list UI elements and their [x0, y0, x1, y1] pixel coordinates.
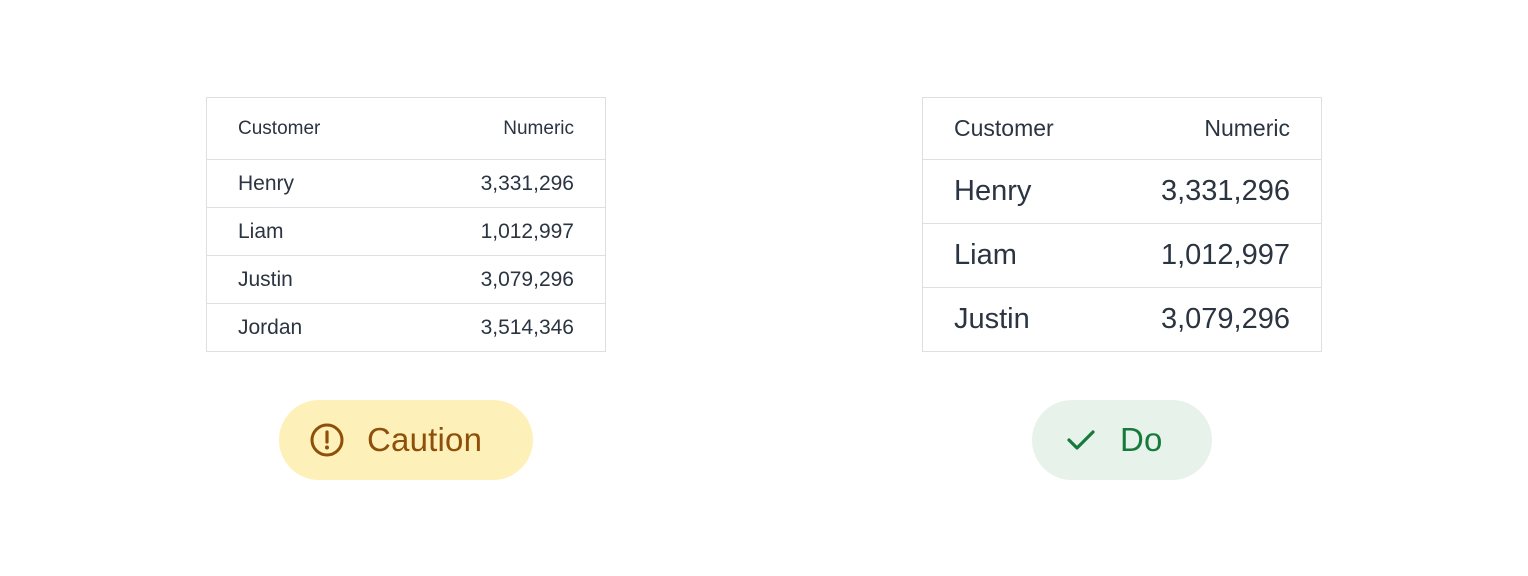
numeric-cell: 1,012,997: [480, 219, 574, 243]
customer-cell: Liam: [238, 219, 284, 243]
numeric-cell: 3,079,296: [480, 267, 574, 291]
numeric-cell: 3,331,296: [1160, 175, 1290, 207]
table-row: Henry 3,331,296: [207, 159, 605, 207]
column-header-numeric: Numeric: [1204, 115, 1290, 141]
customer-cell: Justin: [954, 303, 1030, 335]
customer-cell: Justin: [238, 267, 293, 291]
customer-cell: Liam: [954, 239, 1017, 271]
table-row: Liam 1,012,997: [923, 223, 1321, 287]
table-row: Justin 3,079,296: [923, 287, 1321, 351]
column-header-customer: Customer: [954, 115, 1054, 141]
numeric-cell: 3,079,296: [1160, 303, 1290, 335]
caution-example-table: Customer Numeric Henry 3,331,296 Liam 1,…: [206, 97, 606, 352]
table-row: Henry 3,331,296: [923, 159, 1321, 223]
table-row: Justin 3,079,296: [207, 255, 605, 303]
numeric-cell: 3,331,296: [480, 171, 574, 195]
do-label: Do: [1120, 421, 1163, 458]
customer-cell: Jordan: [238, 315, 303, 339]
table-header-row: Customer Numeric: [923, 98, 1321, 159]
column-header-customer: Customer: [238, 117, 321, 139]
table-row: Liam 1,012,997: [207, 207, 605, 255]
column-header-numeric: Numeric: [503, 117, 574, 139]
check-icon: [1066, 425, 1096, 455]
caution-badge: Caution: [279, 400, 533, 480]
caution-label: Caution: [367, 421, 483, 458]
exclamation-circle-icon: [309, 422, 345, 458]
table-header-row: Customer Numeric: [207, 98, 605, 159]
customer-cell: Henry: [954, 175, 1032, 207]
table-row: Jordan 3,514,346: [207, 303, 605, 351]
numeric-cell: 1,012,997: [1160, 239, 1290, 271]
do-example-table: Customer Numeric Henry 3,331,296 Liam 1,…: [922, 97, 1322, 352]
do-badge: Do: [1032, 400, 1212, 480]
numeric-cell: 3,514,346: [480, 315, 574, 339]
customer-cell: Henry: [238, 171, 295, 195]
